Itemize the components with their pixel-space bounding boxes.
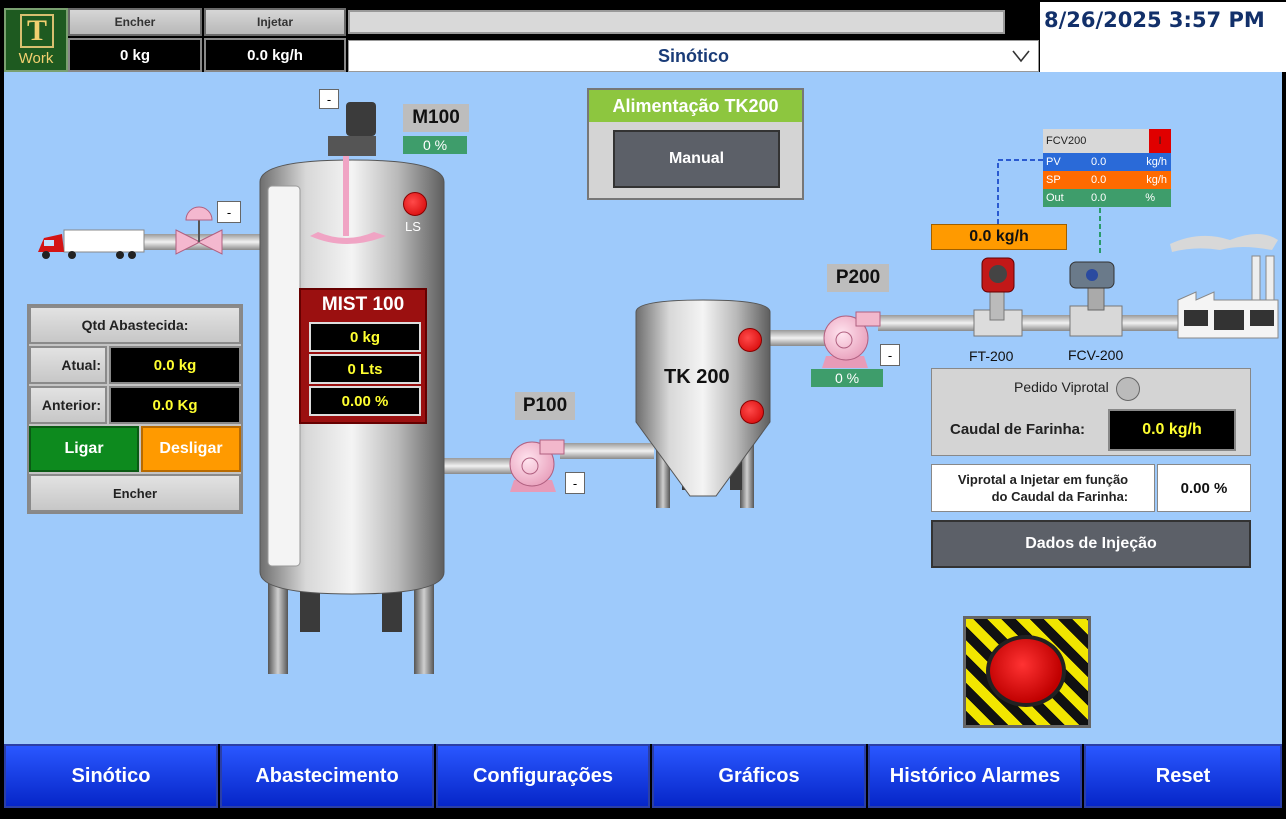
caudal-value: 0.0 kg/h — [1108, 409, 1236, 451]
nav-abastecimento[interactable]: Abastecimento — [220, 744, 434, 808]
bottom-nav: Sinótico Abastecimento Configurações Grá… — [0, 744, 1286, 819]
viprotal-label-line2: do Caudal da Farinha: — [991, 489, 1129, 504]
mist100-pct: 0.00 % — [309, 386, 421, 416]
flow-transmitter-icon — [973, 257, 1023, 337]
level-switch-indicator — [403, 192, 427, 216]
pipe-tk-p200 — [770, 330, 830, 346]
emergency-stop-button[interactable] — [963, 616, 1091, 728]
pv-value: 0.0 — [1091, 156, 1107, 168]
truck-icon — [38, 229, 145, 259]
faceplate-mode-indicator: I — [1149, 129, 1171, 153]
out-label: Out — [1046, 192, 1064, 204]
pipe-p100-tk — [560, 443, 654, 459]
level-switch-label: LS — [405, 219, 421, 234]
emergency-stop-knob-icon — [986, 635, 1066, 707]
viprotal-injetar-value: 0.00 % — [1157, 464, 1251, 512]
ligar-button[interactable]: Ligar — [29, 426, 139, 472]
nav-historico-alarmes[interactable]: Histórico Alarmes — [868, 744, 1082, 808]
motor-m100-pct: 0 % — [403, 136, 467, 154]
pump-p200-icon — [822, 311, 881, 368]
pv-unit: kg/h — [1146, 156, 1167, 168]
qtd-title: Qtd Abastecida: — [29, 306, 241, 344]
encher-button[interactable]: Encher — [29, 474, 241, 512]
factory-icon — [1170, 234, 1279, 339]
sp-value: 0.0 — [1091, 174, 1107, 186]
alimentacao-title: Alimentação TK200 — [589, 90, 802, 122]
dados-injecao-button[interactable]: Dados de Injeção — [931, 520, 1251, 568]
pedido-status-indicator — [1116, 377, 1140, 401]
pump-p100-label: P100 — [515, 392, 575, 420]
atual-value: 0.0 kg — [109, 346, 241, 384]
inlet-valve-mode-button[interactable]: - — [217, 201, 241, 223]
nav-configuracoes[interactable]: Configurações — [436, 744, 650, 808]
anterior-value: 0.0 Kg — [109, 386, 241, 424]
fcv200-faceplate[interactable]: FCV200 I PV 0.0 kg/h SP 0.0 kg/h Out 0.0… — [1043, 129, 1171, 207]
pump-p200-mode-button[interactable]: - — [880, 344, 900, 366]
nav-graficos[interactable]: Gráficos — [652, 744, 866, 808]
tank-low-level-indicator — [740, 400, 764, 424]
viprotal-label-line1: Viprotal a Injetar em função — [957, 472, 1129, 487]
alimentacao-panel: Alimentação TK200 Manual — [587, 88, 804, 200]
mist100-lts: 0 Lts — [309, 354, 421, 384]
out-value: 0.0 — [1091, 192, 1107, 204]
mist100-kg: 0 kg — [309, 322, 421, 352]
nav-reset[interactable]: Reset — [1084, 744, 1282, 808]
pump-p100-icon — [509, 439, 565, 492]
pv-label: PV — [1046, 156, 1061, 168]
viprotal-injetar-label: Viprotal a Injetar em função do Caudal d… — [931, 464, 1155, 512]
atual-label: Atual: — [29, 346, 107, 384]
anterior-label: Anterior: — [29, 386, 107, 424]
mist100-title: MIST 100 — [321, 294, 405, 315]
faceplate-tag: FCV200 — [1046, 135, 1087, 147]
desligar-button[interactable]: Desligar — [141, 426, 241, 472]
pipe-p200-factory — [878, 315, 1178, 331]
sp-label: SP — [1046, 174, 1061, 186]
motor-m100-label: M100 — [403, 104, 469, 132]
pump-p100-mode-button[interactable]: - — [565, 472, 585, 494]
ft200-label: FT-200 — [969, 348, 1014, 364]
nav-sinotico[interactable]: Sinótico — [4, 744, 218, 808]
tank-high-level-indicator — [738, 328, 762, 352]
motor-mode-button[interactable]: - — [319, 89, 339, 109]
mist100-panel: MIST 100 0 kg 0 Lts 0.00 % — [299, 288, 427, 424]
control-valve-icon — [1069, 261, 1123, 337]
pump-p200-pct: 0 % — [811, 369, 883, 387]
out-unit: % — [1145, 192, 1155, 204]
pedido-viprotal-panel: Pedido Viprotal Caudal de Farinha: 0.0 k… — [931, 368, 1251, 456]
manual-mode-button[interactable]: Manual — [613, 130, 780, 188]
ft200-flow-value: 0.0 kg/h — [931, 224, 1067, 250]
caudal-label: Caudal de Farinha: — [950, 421, 1086, 438]
pedido-label: Pedido Viprotal — [1014, 379, 1109, 395]
signal-line-ft — [997, 159, 1043, 224]
fcv200-label: FCV-200 — [1068, 347, 1124, 363]
sp-unit: kg/h — [1146, 174, 1167, 186]
tank-tk200-label: TK 200 — [664, 366, 730, 388]
pump-p200-label: P200 — [827, 264, 889, 292]
